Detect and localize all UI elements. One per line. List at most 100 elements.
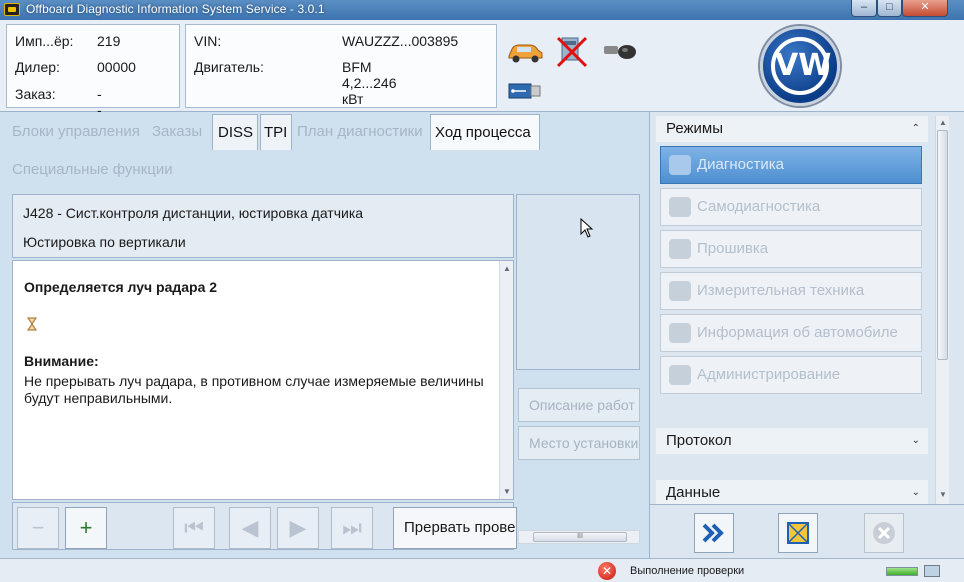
first-icon: ⏮ [184,515,204,540]
zoom-out-icon: − [31,515,45,540]
double-chevron-right-icon [702,523,724,543]
importer-value: 219 [97,33,121,49]
vehicle-info-icon [669,323,691,343]
procedure-step: Юстировка по вертикали [23,234,186,250]
vin-label: VIN: [194,33,222,49]
diagnostics-icon [669,155,691,175]
status-bar: ✕ Выполнение проверки [0,558,964,582]
scroll-down-arrow-icon[interactable]: ▼ [503,487,511,496]
minimize-button[interactable]: – [851,0,877,17]
dealer-info: Имп...ёр: 219 Дилер: 00000 Заказ: --- [6,24,180,134]
tab-tpi[interactable]: TPI [260,114,292,150]
mode-diagnostics[interactable]: Диагностика [660,146,922,184]
dealer-value: 00000 [97,59,136,75]
protocol-title: Протокол [666,432,732,449]
work-description-button[interactable]: Описание работ [518,388,640,422]
modes-title: Режимы [666,120,724,137]
next-icon: ▶ [289,515,307,540]
network-disconnected-icon[interactable] [554,34,590,70]
self-diagnostics-icon [669,197,691,217]
next-step-button[interactable]: ▶ [277,507,319,549]
title-bar: Offboard Diagnostic Information System S… [0,0,964,20]
prev-step-button[interactable]: ◀ [229,507,271,549]
mode-label: Измерительная техника [697,282,865,299]
zoom-in-icon: + [79,515,93,540]
modes-scroll-thumb[interactable] [937,130,948,360]
abort-check-button[interactable]: Прервать проверку [393,507,517,549]
network-icon [924,565,940,577]
warning-message: Не прерывать луч радара, в противном слу… [24,373,484,406]
zoom-out-button[interactable]: − [17,507,59,549]
collapse-icon: ⌃ [911,123,920,134]
procedure-header: J428 - Сист.контроля дистанции, юстировк… [12,194,514,258]
first-step-button[interactable]: ⏮ [173,507,215,549]
expand-icon: ⌄ [911,435,920,446]
scroll-up-arrow-icon[interactable]: ▲ [939,118,947,127]
engine-value: BFM 4,2...246 кВт [342,59,397,107]
step-heading: Определяется луч радара 2 [24,279,218,295]
mode-vehicle-info[interactable]: Информация об автомобиле [660,314,922,352]
mode-label: Информация об автомобиле [697,324,898,341]
key-icon[interactable] [602,40,638,62]
tab-progress[interactable]: Ход процесса [430,114,540,150]
tab-special-functions[interactable]: Специальные функции [6,152,182,188]
tab-orders[interactable]: Заказы [148,114,208,150]
scroll-down-arrow-icon[interactable]: ▼ [939,490,947,499]
vw-logo: VW [760,26,840,106]
scroll-up-arrow-icon[interactable]: ▲ [503,264,511,273]
error-icon: ✕ [598,562,616,580]
expand-icon: ⌄ [911,487,920,498]
side-hscrollbar[interactable]: III [518,530,640,544]
cancel-icon [873,522,895,544]
prev-icon: ◀ [241,515,259,540]
side-panel [516,194,640,370]
mode-self-diagnostics[interactable]: Самодиагностика [660,188,922,226]
procedure-title: J428 - Сист.контроля дистанции, юстировк… [23,205,364,221]
tab-control-units[interactable]: Блоки управления [6,114,144,150]
procedure-content: Определяется луч радара 2 Внимание: Не п… [12,260,514,500]
maximize-button[interactable]: □ [877,0,902,17]
mode-label: Администрирование [697,366,841,383]
importer-label: Имп...ёр: [15,33,74,49]
right-toolbar [649,504,964,558]
mode-administration[interactable]: Администрирование [660,356,922,394]
modes-header[interactable]: Режимы ⌃ [656,116,928,142]
close-button[interactable]: ✕ [902,0,948,17]
hscroll-thumb[interactable]: III [533,532,627,542]
status-text: Выполнение проверки [630,565,745,577]
mode-measurement[interactable]: Измерительная техника [660,272,922,310]
vehicle-header: Имп...ёр: 219 Дилер: 00000 Заказ: --- VI… [0,20,964,134]
bottom-toolbar: − + ⏮ ◀ ▶ ⏭ Прервать проверку [12,502,517,550]
protocol-header[interactable]: Протокол ⌄ [656,428,928,454]
mode-flashing[interactable]: Прошивка [660,230,922,268]
modes-panel: Режимы ⌃ Диагностика Самодиагностика Про… [649,112,964,506]
vehicle-info: VIN: WAUZZZ...003895 Двигатель: BFM 4,2.… [185,24,497,108]
select-area-button[interactable] [778,513,818,553]
car-icon[interactable] [506,40,544,64]
data-title: Данные [666,484,721,501]
dealer-label: Дилер: [15,59,60,75]
gauge-icon [669,281,691,301]
zoom-in-button[interactable]: + [65,507,107,549]
vin-value: WAUZZZ...003895 [342,33,459,49]
mode-label: Прошивка [697,240,769,257]
crop-icon [787,522,809,544]
hourglass-icon [27,317,37,331]
mouse-cursor-icon [580,218,594,238]
last-step-button[interactable]: ⏭ [331,507,373,549]
tab-diss[interactable]: DISS [212,114,258,150]
cancel-button[interactable] [864,513,904,553]
forward-button[interactable] [694,513,734,553]
flashing-icon [669,239,691,259]
install-location-button[interactable]: Место установки [518,426,640,460]
progress-icon [886,567,918,576]
window-title: Offboard Diagnostic Information System S… [26,2,325,16]
content-scrollbar[interactable]: ▲ ▼ [499,261,513,499]
last-icon: ⏭ [342,515,362,540]
data-header[interactable]: Данные ⌄ [656,480,928,506]
tab-diagnosis-plan[interactable]: План диагностики [294,114,428,150]
modes-scrollbar[interactable]: ▲ ▼ [935,116,949,504]
order-label: Заказ: [15,86,56,102]
usb-icon[interactable] [508,82,542,100]
mode-label: Самодиагностика [697,198,821,215]
